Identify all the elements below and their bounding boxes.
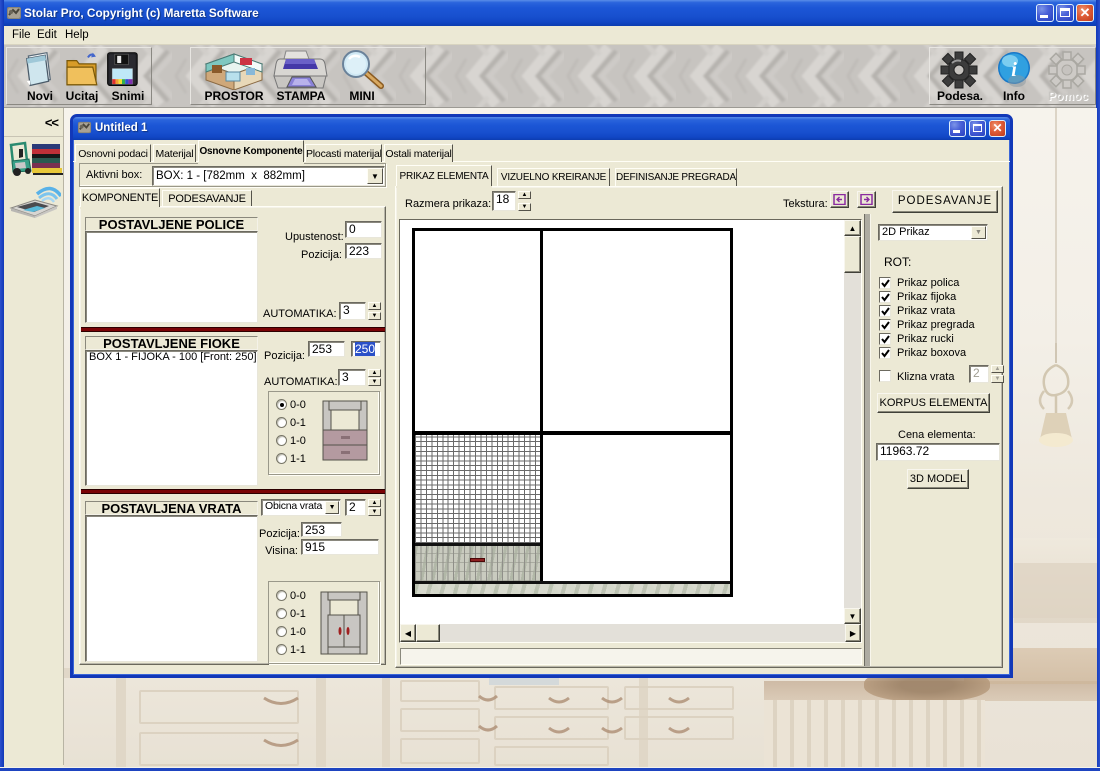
- svg-text:i: i: [1011, 59, 1017, 81]
